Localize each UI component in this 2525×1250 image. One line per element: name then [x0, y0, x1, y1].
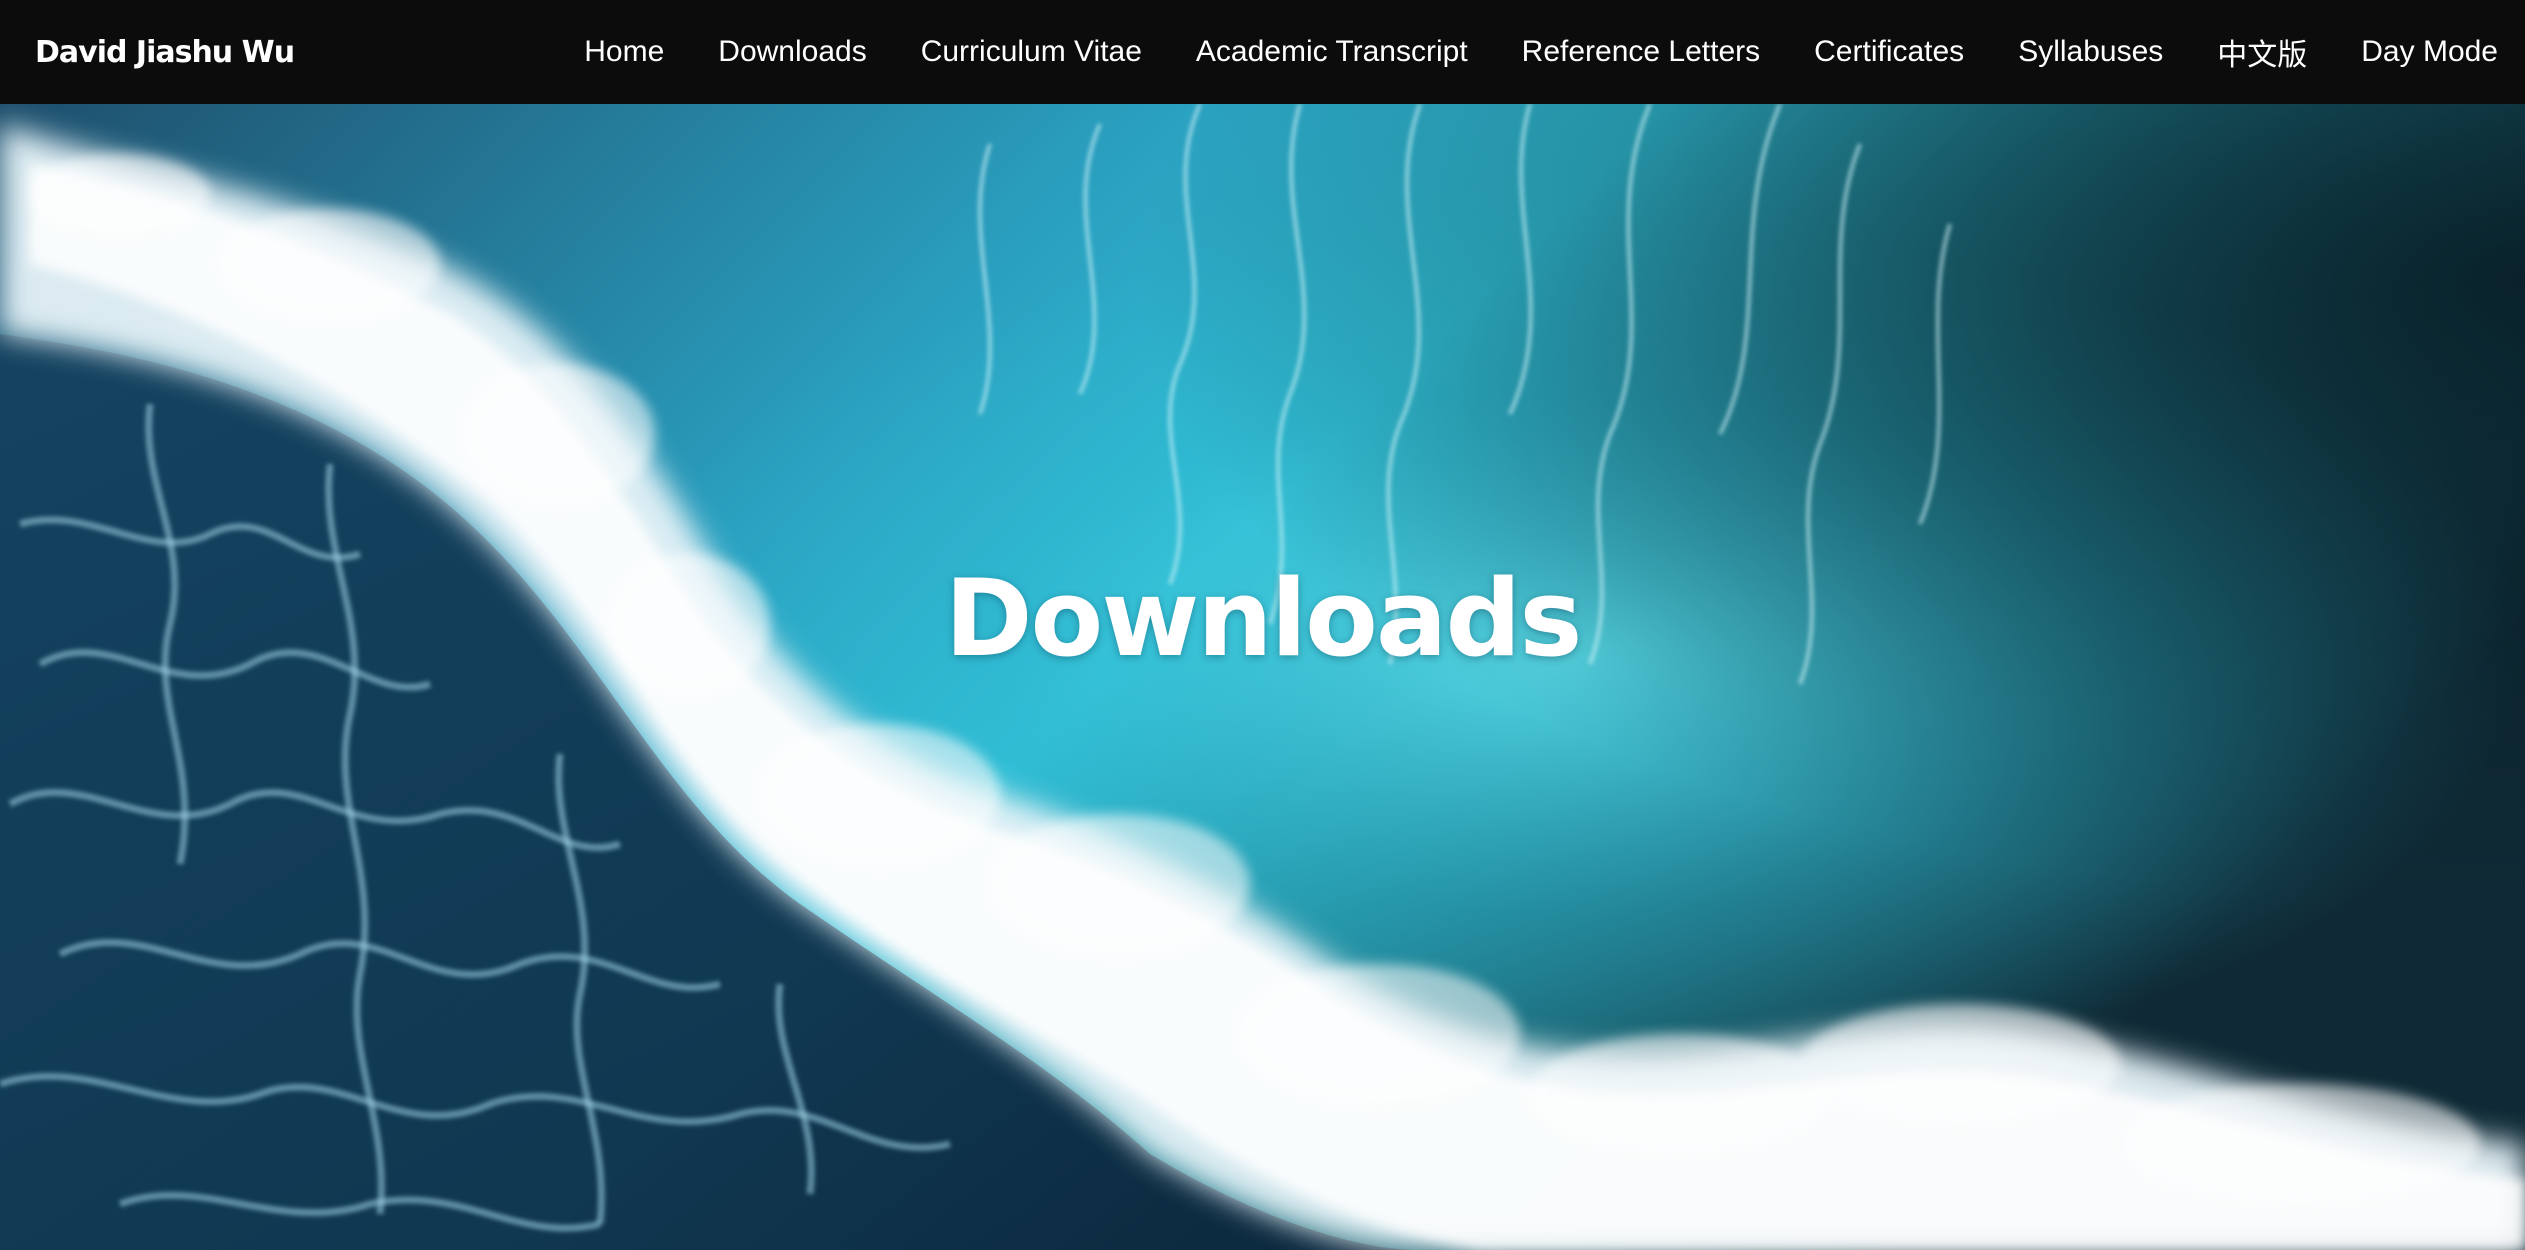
nav-item-curriculum-vitae[interactable]: Curriculum Vitae [921, 35, 1142, 69]
nav-item-certificates[interactable]: Certificates [1814, 35, 1964, 69]
site-brand-link[interactable]: David Jiashu Wu [35, 35, 295, 70]
nav-item-downloads[interactable]: Downloads [718, 35, 866, 69]
top-navbar: David Jiashu Wu Home Downloads Curriculu… [0, 0, 2525, 104]
nav-item-reference-letters[interactable]: Reference Letters [1522, 35, 1760, 69]
nav-item-home[interactable]: Home [584, 35, 664, 69]
nav-item-chinese-version[interactable]: 中文版 [2217, 30, 2307, 74]
page-title: Downloads [944, 557, 1583, 680]
day-mode-toggle[interactable]: Day Mode [2361, 35, 2498, 69]
nav-menu: Home Downloads Curriculum Vitae Academic… [584, 30, 2498, 74]
nav-item-syllabuses[interactable]: Syllabuses [2018, 35, 2163, 69]
nav-item-academic-transcript[interactable]: Academic Transcript [1196, 35, 1468, 69]
hero-banner: Downloads [0, 104, 2525, 1250]
